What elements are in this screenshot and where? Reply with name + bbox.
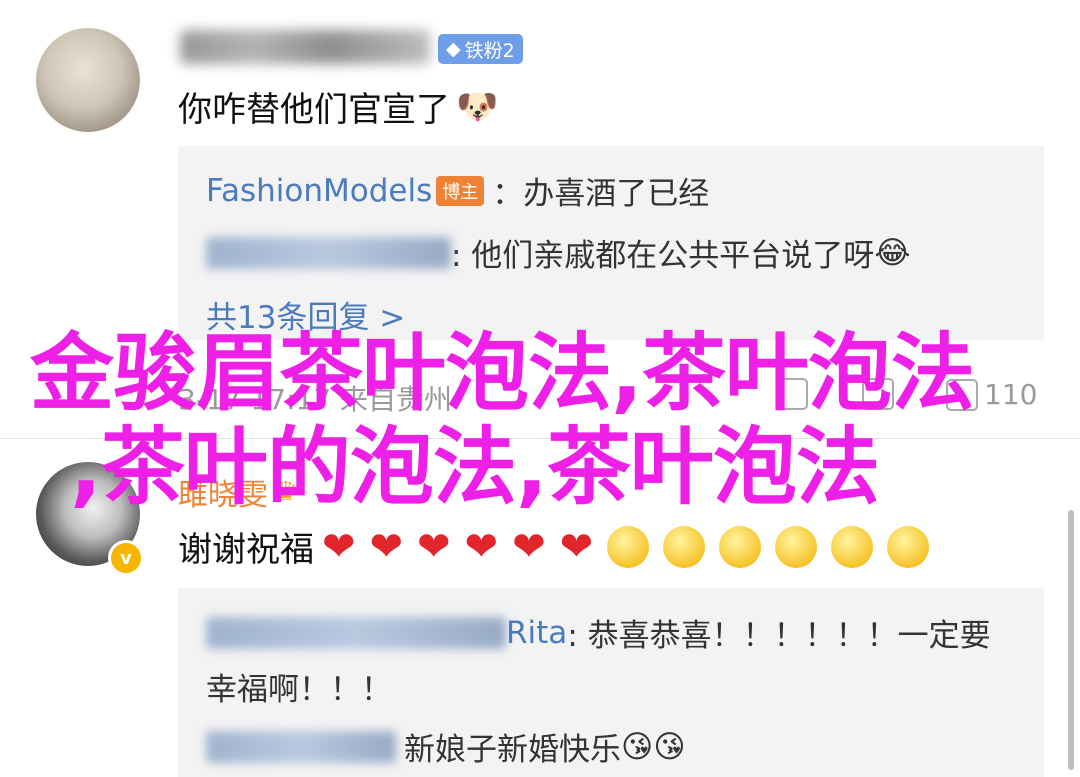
user-avatar[interactable] bbox=[36, 28, 140, 132]
username-blurred[interactable] bbox=[180, 30, 430, 64]
heart-icon: ❤ bbox=[322, 523, 356, 570]
laughing-face-icon: 😂 bbox=[874, 234, 911, 271]
reply-username-blurred[interactable] bbox=[206, 616, 506, 649]
comment-text: 你咋替他们官宣了 🐶 bbox=[178, 82, 498, 131]
fan-badge: ◆ 铁粉2 bbox=[438, 34, 523, 64]
reply-username-blurred[interactable] bbox=[206, 236, 451, 269]
blushing-face-icon bbox=[775, 525, 818, 568]
reply-text: : 恭喜恭喜！！！！！！一定要 bbox=[567, 618, 991, 654]
scrollbar[interactable] bbox=[1068, 510, 1074, 770]
comment-text: 谢谢祝福 ❤ ❤ ❤ ❤ ❤ ❤ bbox=[178, 522, 943, 571]
reply-text-continued: 幸福啊！！！ bbox=[206, 664, 392, 709]
blushing-face-icon bbox=[607, 525, 650, 568]
blushing-face-icon bbox=[719, 525, 762, 568]
heart-icon: ❤ bbox=[512, 523, 546, 570]
reply-text: 新娘子新婚快乐 bbox=[404, 732, 621, 768]
blushing-face-icon bbox=[831, 525, 874, 568]
reply-box: Rita : 恭喜恭喜！！！！！！一定要 幸福啊！！！ 新娘子新婚快乐 😘 😘 bbox=[178, 588, 1044, 777]
dog-face-icon: 🐶 bbox=[456, 86, 499, 127]
heart-icon: ❤ bbox=[417, 523, 451, 570]
heart-icon: ❤ bbox=[369, 523, 404, 570]
reply-username-blurred[interactable] bbox=[206, 730, 396, 763]
reply-username[interactable]: Rita bbox=[506, 615, 567, 651]
blushing-face-icon bbox=[663, 525, 706, 568]
reply-item[interactable]: : 他们亲戚都在公共平台说了呀 😂 bbox=[206, 230, 911, 275]
blushing-face-icon bbox=[887, 525, 930, 568]
reply-username[interactable]: FashionModels bbox=[206, 173, 432, 209]
heart-icon: ❤ bbox=[464, 523, 499, 570]
reply-text: : 他们亲戚都在公共平台说了呀 bbox=[451, 238, 875, 274]
reply-item[interactable]: FashionModels 博主 ：办喜酒了已经 bbox=[206, 168, 709, 213]
overlay-subtitle: ,茶叶的泡法,茶叶泡法 bbox=[70, 418, 880, 516]
heart-icon: ❤ bbox=[559, 523, 594, 570]
reply-text: 幸福啊！！！ bbox=[206, 672, 392, 708]
verified-icon: v bbox=[108, 540, 144, 576]
fan-badge-label: 铁粉2 bbox=[464, 39, 515, 62]
kissing-face-icon: 😘 bbox=[653, 728, 686, 765]
diamond-icon: ◆ bbox=[446, 38, 461, 60]
reply-text: ：办喜酒了已经 bbox=[492, 176, 710, 212]
comment-body: 你咋替他们官宣了 bbox=[178, 90, 450, 130]
reply-item[interactable]: Rita : 恭喜恭喜！！！！！！一定要 bbox=[206, 610, 991, 655]
kissing-face-icon: 😘 bbox=[621, 728, 654, 765]
host-badge: 博主 bbox=[436, 175, 485, 206]
reply-item[interactable]: 新娘子新婚快乐 😘 😘 bbox=[206, 724, 686, 769]
comment-body: 谢谢祝福 bbox=[178, 530, 314, 570]
